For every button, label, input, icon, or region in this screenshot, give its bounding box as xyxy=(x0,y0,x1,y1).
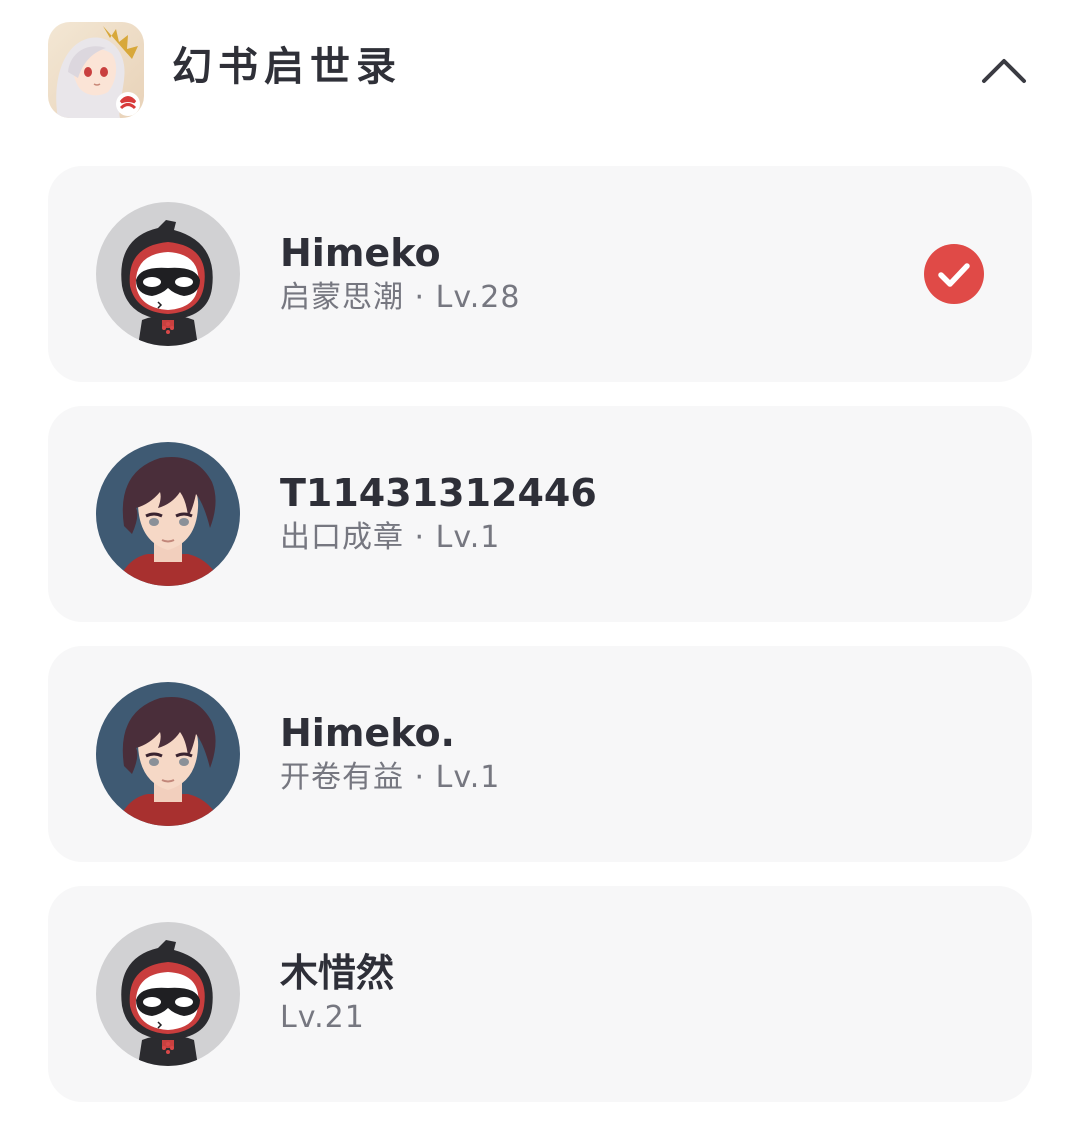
account-card[interactable]: 木惜然 Lv.21 xyxy=(48,886,1032,1102)
account-card[interactable]: Himeko 启蒙思潮 · Lv.28 xyxy=(48,166,1032,382)
chevron-up-icon xyxy=(982,59,1026,83)
game-app-icon xyxy=(48,22,144,118)
account-card[interactable]: Himeko. 开卷有益 · Lv.1 xyxy=(48,646,1032,862)
account-name: 木惜然 xyxy=(280,951,395,995)
anime-boy-avatar xyxy=(96,442,240,586)
account-meta: Lv.21 xyxy=(280,1000,365,1035)
account-name: Himeko. xyxy=(280,711,455,755)
masked-hood-avatar xyxy=(96,202,240,346)
selected-check-icon xyxy=(924,244,984,304)
app-header: 幻书启世录 xyxy=(48,22,1032,118)
account-meta: 开卷有益 · Lv.1 xyxy=(280,760,501,795)
collapse-button[interactable] xyxy=(976,46,1032,94)
account-card[interactable]: T11431312446 出口成章 · Lv.1 xyxy=(48,406,1032,622)
account-list: Himeko 启蒙思潮 · Lv.28 T11431312446 出口成章 · … xyxy=(48,166,1032,1126)
account-name: Himeko xyxy=(280,231,441,275)
account-name: T11431312446 xyxy=(280,471,597,515)
anime-boy-avatar xyxy=(96,682,240,826)
account-meta: 启蒙思潮 · Lv.28 xyxy=(280,280,521,315)
account-meta: 出口成章 · Lv.1 xyxy=(280,520,501,555)
masked-hood-avatar xyxy=(96,922,240,1066)
app-title: 幻书启世录 xyxy=(172,44,402,90)
